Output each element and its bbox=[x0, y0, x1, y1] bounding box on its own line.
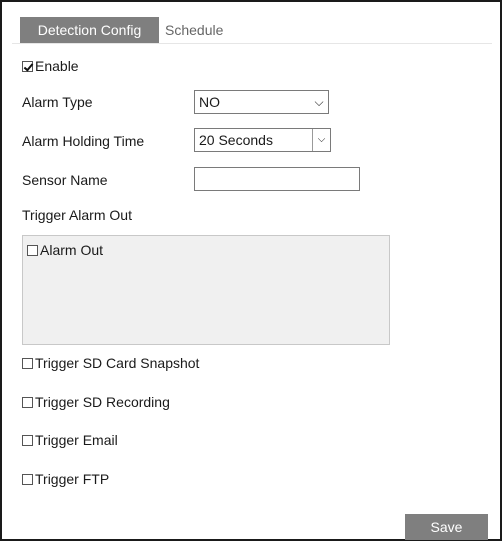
enable-checkbox[interactable] bbox=[22, 61, 33, 72]
settings-panel: Detection Config Schedule Enable Alarm T… bbox=[0, 0, 502, 541]
tab-schedule[interactable]: Schedule bbox=[165, 17, 223, 43]
trigger-sd-snapshot-row[interactable]: Trigger SD Card Snapshot bbox=[22, 355, 199, 371]
sensor-name-label: Sensor Name bbox=[22, 172, 108, 188]
trigger-sd-snapshot-checkbox[interactable] bbox=[22, 358, 33, 369]
alarm-out-item[interactable]: Alarm Out bbox=[27, 242, 103, 258]
alarm-out-list: Alarm Out bbox=[22, 235, 390, 345]
trigger-sd-snapshot-label: Trigger SD Card Snapshot bbox=[35, 355, 200, 371]
holding-time-select[interactable]: 20 Seconds ⌵ bbox=[194, 128, 331, 152]
trigger-ftp-checkbox[interactable] bbox=[22, 474, 33, 485]
trigger-sd-recording-label: Trigger SD Recording bbox=[35, 394, 170, 410]
trigger-email-checkbox[interactable] bbox=[22, 435, 33, 446]
trigger-sd-recording-checkbox[interactable] bbox=[22, 397, 33, 408]
enable-row[interactable]: Enable bbox=[22, 58, 79, 74]
enable-label: Enable bbox=[35, 58, 79, 74]
sensor-name-input[interactable] bbox=[194, 167, 360, 191]
chevron-down-icon: ⌵ bbox=[312, 129, 330, 151]
save-button[interactable]: Save bbox=[405, 514, 488, 540]
trigger-sd-recording-row[interactable]: Trigger SD Recording bbox=[22, 394, 170, 410]
holding-time-label: Alarm Holding Time bbox=[22, 133, 145, 149]
alarm-type-label: Alarm Type bbox=[22, 94, 93, 110]
chevron-down-icon: ⌵ bbox=[314, 95, 324, 109]
trigger-alarm-out-label: Trigger Alarm Out bbox=[22, 207, 132, 223]
tab-bar: Detection Config Schedule bbox=[12, 11, 492, 44]
alarm-type-value: NO bbox=[199, 94, 220, 110]
alarm-type-select[interactable]: NO ⌵ bbox=[194, 90, 329, 114]
trigger-email-row[interactable]: Trigger Email bbox=[22, 432, 118, 448]
holding-time-value: 20 Seconds bbox=[199, 132, 273, 148]
alarm-out-label: Alarm Out bbox=[40, 242, 104, 258]
alarm-out-checkbox[interactable] bbox=[27, 245, 38, 256]
trigger-ftp-label: Trigger FTP bbox=[35, 471, 110, 487]
trigger-ftp-row[interactable]: Trigger FTP bbox=[22, 471, 109, 487]
trigger-email-label: Trigger Email bbox=[35, 432, 118, 448]
tab-detection-config[interactable]: Detection Config bbox=[20, 17, 159, 43]
